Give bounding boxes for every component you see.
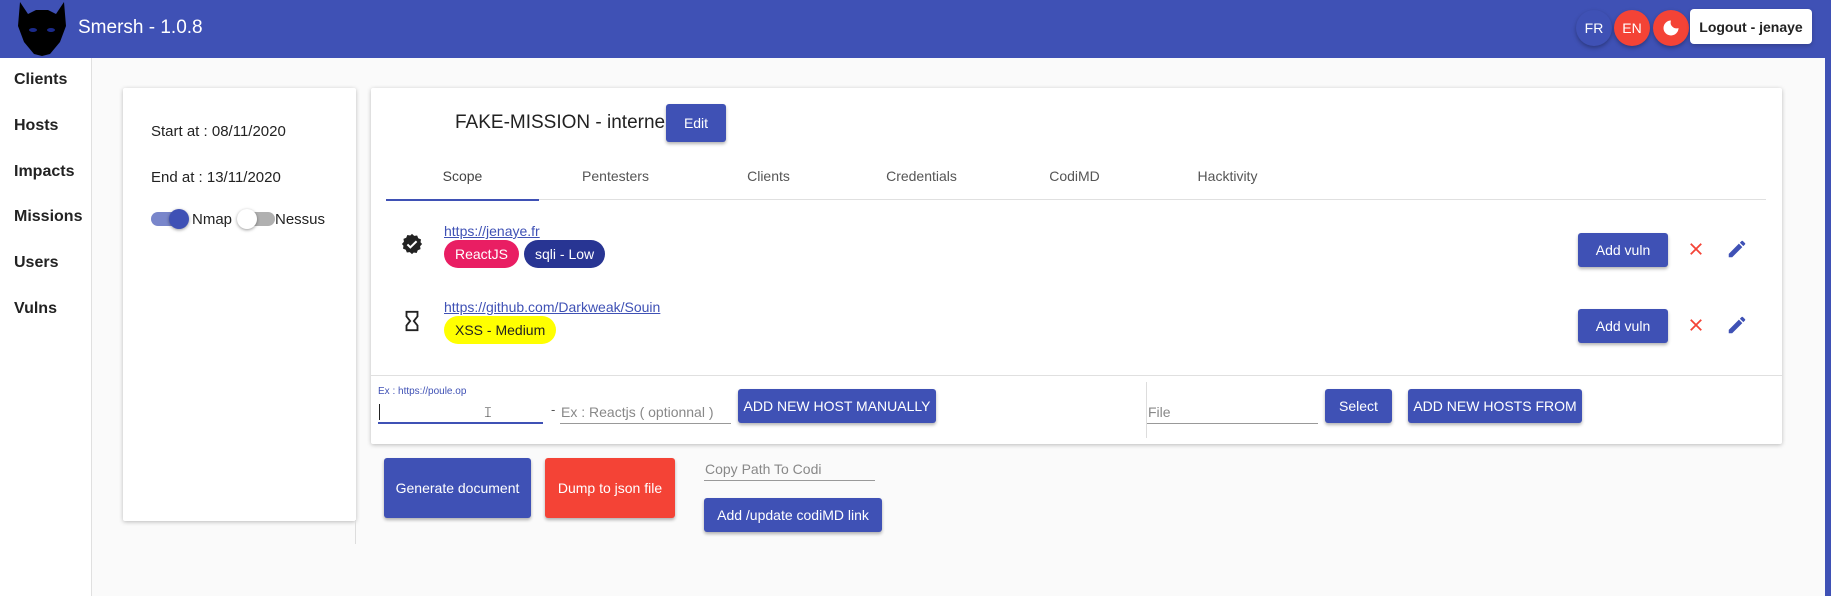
nessus-toggle-knob (237, 209, 257, 229)
add-vuln-button[interactable]: Add vuln (1578, 309, 1668, 343)
mission-info-card: Start at : 08/11/2020 End at : 13/11/202… (123, 88, 356, 521)
sidebar-item-clients[interactable]: Clients (14, 71, 67, 89)
tab-scope[interactable]: Scope (386, 166, 539, 201)
nessus-toggle[interactable] (237, 209, 275, 229)
update-codimd-link-button[interactable]: Add /update codiMD link (704, 498, 882, 532)
app-title: Smersh - 1.0.8 (78, 17, 203, 38)
tab-codimd[interactable]: CodiMD (998, 166, 1151, 200)
tab-clients[interactable]: Clients (692, 166, 845, 200)
sidebar-item-hosts[interactable]: Hosts (14, 117, 58, 135)
sidebar-item-users[interactable]: Users (14, 254, 58, 272)
nmap-label: Nmap (192, 211, 233, 228)
end-date: End at : 13/11/2020 (151, 169, 281, 186)
technology-input[interactable]: Ex : Reactjs ( optionnal ) (560, 398, 731, 424)
nmap-toggle[interactable] (151, 209, 189, 229)
host-row: https://github.com/Darkweak/Souin XSS - … (371, 290, 1782, 350)
host-row: https://jenaye.fr ReactJS sqli - Low Add… (371, 214, 1782, 274)
moon-icon (1663, 20, 1679, 36)
generate-document-button[interactable]: Generate document (384, 458, 531, 518)
vuln-chip[interactable]: XSS - Medium (444, 316, 557, 344)
verified-icon (401, 233, 423, 255)
separator-dash: - (551, 402, 556, 417)
logout-button[interactable]: Logout - jenaye (1690, 9, 1812, 44)
text-cursor (379, 404, 380, 420)
hourglass-icon (405, 310, 419, 332)
lang-en-button[interactable]: EN (1614, 10, 1650, 46)
sidebar-item-impacts[interactable]: Impacts (14, 163, 74, 181)
host-url[interactable]: https://jenaye.fr (444, 223, 540, 239)
sidebar: Clients Hosts Impacts Missions Users Vul… (0, 58, 92, 596)
nmap-toggle-knob (169, 209, 189, 229)
panther-logo-icon (18, 2, 66, 56)
tab-pentesters[interactable]: Pentesters (539, 166, 692, 200)
ibeam-cursor-icon: 𝙸 (483, 404, 493, 420)
mission-detail-card: FAKE-MISSION - interne Edit Scope Pentes… (371, 88, 1782, 444)
close-icon[interactable] (1687, 240, 1705, 258)
nessus-label: Nessus (275, 211, 326, 228)
tab-label: Scope (442, 168, 483, 184)
codi-path-placeholder: Copy Path To Codi (705, 461, 822, 477)
technology-placeholder: Ex : Reactjs ( optionnal ) (561, 404, 714, 420)
edit-mission-button[interactable]: Edit (666, 104, 726, 142)
divider (355, 520, 356, 544)
host-url[interactable]: https://github.com/Darkweak/Souin (444, 299, 660, 315)
add-host-form: Ex : https://poule.op 𝙸 - Ex : Reactjs (… (371, 375, 1782, 444)
pencil-icon[interactable] (1726, 238, 1748, 260)
codi-path-input[interactable]: Copy Path To Codi (704, 455, 875, 481)
tab-hacktivity[interactable]: Hacktivity (1151, 166, 1304, 200)
close-icon[interactable] (1687, 316, 1705, 334)
host-url-input[interactable]: 𝙸 (378, 398, 543, 424)
top-app-bar: Smersh - 1.0.8 FR EN Logout - jenaye (0, 0, 1825, 58)
add-host-manually-button[interactable]: ADD NEW HOST MANUALLY (738, 389, 936, 423)
mission-tabs: Scope Pentesters Clients Credentials Cod… (386, 166, 1766, 201)
file-input[interactable]: File (1147, 398, 1318, 424)
tag-chip[interactable]: ReactJS (444, 240, 519, 268)
url-field-label: Ex : https://poule.op (378, 386, 467, 397)
lang-fr-button[interactable]: FR (1576, 10, 1612, 46)
pencil-icon[interactable] (1726, 314, 1748, 336)
start-date: Start at : 08/11/2020 (151, 123, 286, 140)
sidebar-item-missions[interactable]: Missions (14, 208, 82, 226)
select-file-button[interactable]: Select (1325, 389, 1392, 423)
sidebar-item-vulns[interactable]: Vulns (14, 300, 57, 318)
dark-mode-button[interactable] (1653, 10, 1689, 46)
add-hosts-from-file-button[interactable]: ADD NEW HOSTS FROM (1408, 389, 1582, 423)
mission-title: FAKE-MISSION - interne (455, 112, 666, 133)
dump-json-button[interactable]: Dump to json file (545, 458, 675, 518)
vuln-chip[interactable]: sqli - Low (524, 240, 606, 268)
file-placeholder: File (1148, 404, 1171, 420)
tab-indicator (386, 199, 539, 201)
add-vuln-button[interactable]: Add vuln (1578, 233, 1668, 267)
scrollbar[interactable] (1825, 0, 1831, 596)
tab-credentials[interactable]: Credentials (845, 166, 998, 200)
